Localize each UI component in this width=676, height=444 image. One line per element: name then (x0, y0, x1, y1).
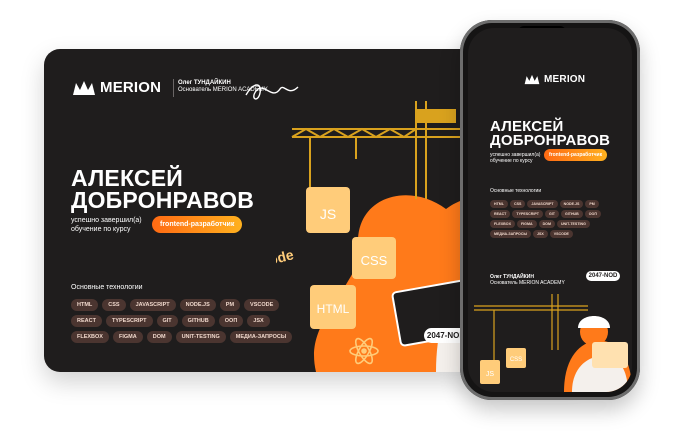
tech-chip: DOM (146, 331, 172, 343)
mobile-student-name-line-2: ДОБРОНРАВОВ (490, 132, 611, 149)
mobile-crown-logo-icon (524, 74, 540, 85)
node-text: node (276, 246, 295, 270)
mobile-merion-logo: MERION (524, 74, 585, 85)
tech-chip: ООП (584, 210, 601, 218)
mobile-phone-frame: MERION АЛЕКСЕЙ ДОБРОНРАВОВ успешно завер… (460, 20, 640, 400)
logo-divider (173, 79, 174, 97)
tech-chip: CSS (102, 299, 126, 311)
mobile-css-block-label: CSS (510, 357, 522, 363)
merion-logo: MERION (72, 79, 161, 96)
tech-chip: HTML (71, 299, 99, 311)
css-block-label: CSS (361, 253, 388, 268)
tech-chip: REACT (490, 210, 511, 218)
course-badge: frontend-разработчик (152, 216, 243, 233)
tech-chip: REACT (71, 315, 102, 327)
student-name-line-2: ДОБРОНРАВОВ (71, 187, 255, 213)
tech-chip: NODE.JS (559, 200, 584, 208)
tech-chip: FIGMA (112, 331, 143, 343)
tech-chip: GITHUB (560, 210, 583, 218)
tech-chip: VSCODE (549, 230, 573, 238)
tech-chip: FLEXBOX (71, 331, 109, 343)
mobile-completion-text: успешно завершил(а) обучение по курсу (490, 152, 540, 164)
tech-chip: GIT (544, 210, 559, 218)
technologies-title: Основные технологии (71, 284, 143, 291)
tech-chip-list: HTML CSS JAVASCRIPT NODE.JS PM VSCODE REACT TYP… (71, 299, 311, 343)
tech-chip: DOM (538, 220, 555, 228)
mobile-technologies-title: Основные технологии (490, 188, 542, 194)
tech-chip: FLEXBOX (490, 220, 515, 228)
tech-chip: VSCODE (244, 299, 280, 311)
tech-chip: PM (585, 200, 599, 208)
tech-chip: PM (219, 299, 241, 311)
mobile-js-block-label: JS (486, 371, 495, 378)
completion-text: успешно завершил(а) обучение по курсу (71, 216, 142, 234)
completion-text-line-2: обучение по курсу (71, 226, 131, 233)
tech-chip: JAVASCRIPT (527, 200, 558, 208)
tech-chip: HTML (490, 200, 508, 208)
mobile-founder-block: Олег ТУНДАЙКИН Основатель MERION ACADEMY (490, 274, 565, 286)
tech-chip: JSX (247, 315, 270, 327)
js-block-label: JS (320, 206, 336, 222)
mobile-course-badge: frontend-разработчик (544, 149, 608, 161)
mobile-certificate-number-badge: 2047-NOD (586, 271, 620, 281)
tech-chip: JSX (532, 230, 548, 238)
completion-text-line-1: успешно завершил(а) (71, 217, 142, 224)
tech-chip: UNIT-TESTING (175, 331, 226, 343)
tech-chip: CSS (509, 200, 526, 208)
mobile-brand-name: MERION (544, 74, 586, 85)
tech-chip: GIT (156, 315, 178, 327)
mobile-completion-text-line-2: обучение по курсу (490, 158, 533, 164)
brand-name: MERION (100, 79, 162, 96)
tech-chip: JAVASCRIPT (129, 299, 176, 311)
mobile-certificate-screen: MERION АЛЕКСЕЙ ДОБРОНРАВОВ успешно завер… (468, 28, 632, 392)
tech-chip: NODE.JS (179, 299, 216, 311)
tech-chip: FIGMA (516, 220, 537, 228)
tech-chip: ООП (218, 315, 244, 327)
crown-logo-icon (73, 80, 95, 95)
mobile-founder-role: Основатель MERION ACADEMY (490, 280, 565, 286)
mobile-tech-chip-list: HTML CSS JAVASCRIPT NODE.JS PM REACT TYPESCRIP… (490, 200, 612, 238)
tech-chip: TYPESCRIPT (512, 210, 543, 218)
tech-chip: UNIT-TESTING (556, 220, 590, 228)
tech-chip: TYPESCRIPT (105, 315, 153, 327)
tech-chip: МЕДИА-ЗАПРОСЫ (490, 230, 531, 238)
html-block-label: HTML (317, 302, 350, 316)
tech-chip: GITHUB (181, 315, 215, 327)
mobile-construction-illustration: JS CSS (474, 294, 632, 392)
